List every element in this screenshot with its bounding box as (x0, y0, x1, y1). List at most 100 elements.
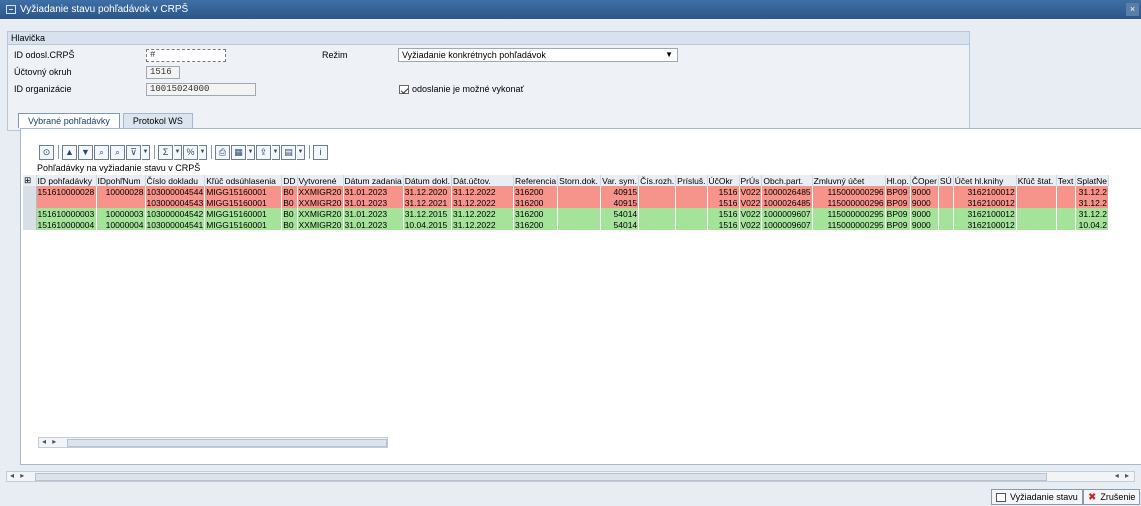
table-cell[interactable]: 316200 (513, 197, 559, 208)
find-next-icon[interactable]: ⌕ (110, 144, 125, 160)
table-cell[interactable]: B0 (281, 208, 298, 219)
table-cell[interactable]: 316200 (513, 186, 559, 197)
sum-dropdown-icon[interactable]: ▼ (174, 144, 182, 160)
column-header[interactable]: Var. sym. (600, 175, 640, 186)
table-cell[interactable]: MIGG15160001 (204, 197, 283, 208)
table-cell[interactable]: 9000 (910, 197, 939, 208)
table-cell[interactable]: BP09 (885, 197, 911, 208)
layout-icon[interactable]: ▤ (281, 144, 296, 160)
table-cell[interactable]: V022 (739, 208, 763, 219)
table-cell[interactable]: XXMIGR20 (297, 208, 344, 219)
subtotal-dropdown-icon[interactable]: ▼ (199, 144, 207, 160)
scrollbar-thumb[interactable] (67, 439, 387, 447)
column-header[interactable]: Obch.part. (761, 175, 813, 186)
table-cell[interactable]: 31.01.2023 (343, 197, 404, 208)
table-cell[interactable]: 3162100012 (953, 186, 1017, 197)
table-cell[interactable]: 10.04.2015 (403, 219, 453, 230)
tab-vybrane-pohladavky[interactable]: Vybrané pohľadávky (18, 113, 120, 128)
table-cell[interactable]: B0 (281, 219, 298, 230)
table-cell[interactable]: 10.04.2 (1075, 219, 1109, 230)
table-cell[interactable] (1016, 197, 1057, 208)
table-cell[interactable] (96, 197, 146, 208)
column-header[interactable]: Vytvorené (297, 175, 344, 186)
table-cell[interactable] (1016, 186, 1057, 197)
table-cell[interactable] (557, 208, 602, 219)
table-cell[interactable] (557, 186, 602, 197)
table-cell[interactable]: BP09 (885, 219, 911, 230)
column-header[interactable]: Referencia (513, 175, 559, 186)
table-cell[interactable]: 3162100012 (953, 197, 1017, 208)
table-cell[interactable]: 31.12.2015 (403, 208, 453, 219)
info-icon[interactable]: i (313, 144, 328, 160)
column-header[interactable]: DD (281, 175, 298, 186)
column-header[interactable]: Kľúč štat. (1016, 175, 1057, 186)
table-cell[interactable] (675, 197, 708, 208)
table-cell[interactable]: 1000009607 (761, 208, 813, 219)
request-status-button[interactable]: Vyžiadanie stavu (991, 489, 1083, 505)
table-cell[interactable] (557, 197, 602, 208)
table-cell[interactable]: 31.12.2 (1075, 208, 1109, 219)
sum-icon[interactable]: Σ (158, 144, 173, 160)
column-header[interactable]: Prísluš. (675, 175, 708, 186)
table-row[interactable]: 151610000003 10000003 103000004542 MIGG1516… (23, 208, 1109, 219)
table-cell[interactable]: BP09 (885, 208, 911, 219)
views-dropdown-icon[interactable]: ▼ (247, 144, 255, 160)
table-cell[interactable] (938, 197, 954, 208)
uctovny-okruh-field[interactable]: 1516 (146, 66, 180, 79)
table-row[interactable]: 151610000028 10000028 103000004544 MIGG1516… (23, 186, 1109, 197)
table-cell[interactable]: V022 (739, 197, 763, 208)
table-cell[interactable] (938, 208, 954, 219)
column-header[interactable]: SÚ (938, 175, 954, 186)
table-cell[interactable] (938, 186, 954, 197)
table-cell[interactable]: 31.01.2023 (343, 208, 404, 219)
table-cell[interactable]: 1000009607 (761, 219, 813, 230)
column-header[interactable]: Text (1056, 175, 1076, 186)
export-dropdown-icon[interactable]: ▼ (272, 144, 280, 160)
column-header[interactable]: Zmluvný účet (812, 175, 886, 186)
details-icon[interactable]: ⊙ (39, 144, 54, 160)
table-cell[interactable]: 40915 (600, 186, 640, 197)
table-cell[interactable]: B0 (281, 197, 298, 208)
find-icon[interactable]: ⌕ (94, 144, 109, 160)
table-cell[interactable] (557, 219, 602, 230)
table-cell[interactable]: 3162100012 (953, 219, 1017, 230)
table-cell[interactable]: 9000 (910, 186, 939, 197)
screen-horizontal-scrollbar[interactable]: ◂ ▸ ◂ ▸ (6, 471, 1135, 482)
table-cell[interactable]: 54014 (600, 219, 640, 230)
table-cell[interactable] (1056, 208, 1076, 219)
window-menu-icon[interactable] (6, 5, 16, 14)
table-cell[interactable]: XXMIGR20 (297, 186, 344, 197)
table-cell[interactable]: 31.01.2023 (343, 186, 404, 197)
column-header[interactable]: ID pohľadávky (36, 175, 97, 186)
table-cell[interactable]: V022 (739, 219, 763, 230)
scrollbar-thumb[interactable] (35, 473, 1047, 481)
table-cell[interactable]: 31.12.2022 (451, 197, 515, 208)
table-cell[interactable]: 3162100012 (953, 208, 1017, 219)
table-cell[interactable]: 1000026485 (761, 186, 813, 197)
table-cell[interactable] (1056, 197, 1076, 208)
table-cell[interactable]: 1516 (707, 219, 740, 230)
table-cell[interactable]: 31.12.2 (1075, 186, 1109, 197)
table-cell[interactable]: 103000004541 (145, 219, 206, 230)
table-cell[interactable]: XXMIGR20 (297, 219, 344, 230)
tab-protokol-ws[interactable]: Protokol WS (122, 113, 193, 128)
table-cell[interactable]: 31.12.2022 (451, 208, 515, 219)
table-cell[interactable]: 31.12.2020 (403, 186, 453, 197)
table-cell[interactable]: 316200 (513, 219, 559, 230)
table-cell[interactable] (675, 186, 708, 197)
table-row[interactable]: 103000004543 MIGG15160001 B0 XXMIGR20 31.01.… (23, 197, 1109, 208)
table-cell[interactable] (1056, 219, 1076, 230)
table-cell[interactable]: MIGG15160001 (204, 186, 283, 197)
scroll-arrows-icon[interactable]: ◂ ▸ (42, 437, 58, 446)
column-header[interactable]: Dát.účtov. (451, 175, 515, 186)
table-cell[interactable]: MIGG15160001 (204, 208, 283, 219)
table-cell[interactable]: 103000004543 (145, 197, 206, 208)
table-cell[interactable]: 115000000295 (812, 219, 886, 230)
table-cell[interactable] (36, 197, 97, 208)
column-header[interactable]: Účet hl.knihy (953, 175, 1017, 186)
column-header[interactable]: Storn.dok. (557, 175, 602, 186)
table-cell[interactable]: 1000026485 (761, 197, 813, 208)
column-header[interactable]: Dátum zadania (343, 175, 404, 186)
table-cell[interactable]: 10000028 (96, 186, 146, 197)
column-header[interactable]: Dátum dokl. (403, 175, 453, 186)
